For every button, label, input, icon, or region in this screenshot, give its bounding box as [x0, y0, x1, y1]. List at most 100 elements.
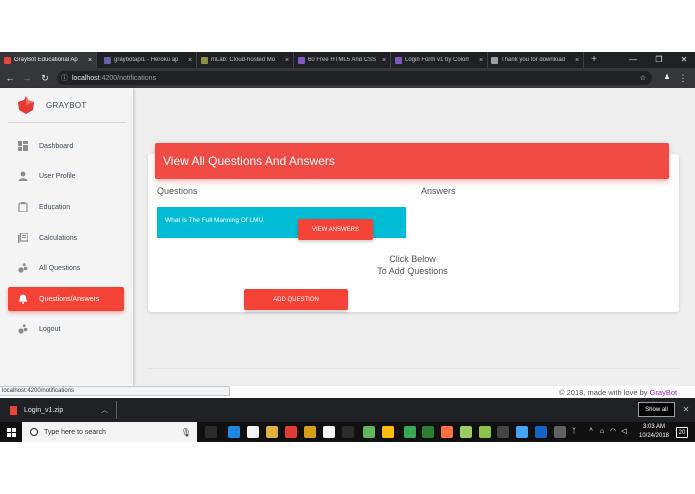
terminal-icon[interactable] — [497, 426, 509, 438]
app-icon[interactable] — [342, 426, 354, 438]
close-download-bar-icon[interactable]: ✕ — [680, 402, 692, 417]
reload-button[interactable]: ↻ — [38, 68, 52, 88]
sidebar-item[interactable]: All Questions — [8, 256, 124, 280]
add-question-hint: Click Below To Add Questions — [340, 253, 485, 277]
url-bar[interactable]: ⓘ localhost:4200/notifications ☆ — [57, 71, 652, 85]
task-view-icon[interactable] — [205, 426, 217, 438]
store-icon[interactable] — [247, 426, 259, 438]
url-path: :4200/notifications — [99, 74, 157, 82]
app-icon[interactable] — [441, 426, 453, 438]
windows-logo-icon — [6, 427, 16, 437]
back-button[interactable]: ← — [3, 68, 17, 88]
tab-favicon-icon — [298, 56, 305, 64]
questions-heading: Questions — [157, 186, 198, 196]
sidebar-item-label: User Profile — [39, 172, 76, 180]
sidebar-item[interactable]: User Profile — [8, 164, 124, 188]
app-icon[interactable] — [516, 426, 528, 438]
status-bubble: localhost:4200/notifications — [0, 386, 230, 396]
graybot-logo-icon — [18, 96, 34, 114]
menu-kebab-icon[interactable]: ⋮ — [676, 68, 690, 88]
tab-close-icon[interactable]: × — [573, 57, 581, 64]
sidebar-item[interactable]: Dashboard — [8, 134, 124, 158]
windows-start-button[interactable] — [0, 422, 22, 442]
library-books-icon — [18, 232, 29, 243]
extension-icon[interactable]: ♟ — [660, 68, 674, 88]
sidebar-item[interactable]: Education — [8, 195, 124, 219]
app-icon[interactable] — [363, 426, 375, 438]
volume-icon[interactable]: ◁ — [619, 422, 629, 442]
add-question-button[interactable]: ADD QUESTION — [244, 289, 348, 310]
taskbar-search-box[interactable]: Type here to search 🎙 — [22, 422, 197, 442]
browser-tab[interactable]: Login Form v1 by Colorl × — [391, 52, 488, 68]
notifications-icon — [18, 294, 28, 304]
hint-line-1: Click Below — [389, 254, 436, 264]
tab-label: GrayBot Educational Ap — [14, 57, 78, 63]
download-file-name: Login_v1.zip — [24, 406, 64, 414]
restore-button[interactable]: ❐ — [648, 52, 670, 68]
bookmark-star-icon[interactable]: ☆ — [640, 74, 646, 82]
app-icon[interactable] — [422, 426, 434, 438]
sidebar-item[interactable]: Logout — [8, 317, 124, 341]
answers-heading: Answers — [421, 186, 456, 196]
action-center-icon[interactable]: 20 — [676, 427, 688, 438]
browser-tab[interactable]: mLab: Cloud-hosted Mo × — [197, 52, 294, 68]
close-window-button[interactable]: ✕ — [673, 52, 695, 68]
bubble-chart-icon — [18, 324, 28, 334]
chrome-icon[interactable] — [382, 426, 394, 438]
sidebar-item-label: Education — [39, 203, 71, 211]
wifi-icon[interactable]: ◠ — [608, 422, 618, 442]
clock-time: 3:03 AM — [642, 424, 665, 430]
card-title: View All Questions And Answers — [163, 154, 335, 168]
chevron-up-icon[interactable]: ︿ — [101, 405, 108, 415]
sidebar-item[interactable]: Questions/Answers — [8, 287, 124, 311]
folder-icon[interactable] — [304, 426, 316, 438]
browser-tab[interactable]: Thank you for download × — [487, 52, 584, 68]
sidebar-item-label: Dashboard — [39, 142, 74, 150]
site-info-icon[interactable]: ⓘ — [61, 73, 68, 83]
taskbar-clock[interactable]: 3:03 AM 10/24/2018 — [632, 423, 676, 441]
footer-divider — [147, 368, 680, 369]
tab-close-icon[interactable]: × — [477, 57, 485, 64]
vscode-icon[interactable] — [535, 426, 547, 438]
download-item[interactable]: Login_v1.zip ︿ — [6, 401, 117, 419]
tab-favicon-icon — [395, 56, 402, 64]
tab-close-icon[interactable]: × — [283, 57, 291, 64]
sidebar-divider — [8, 122, 126, 123]
sidebar-item-label: Logout — [39, 325, 61, 333]
question-text: What Is The Full Manning Of LMU — [165, 217, 264, 224]
tab-close-icon[interactable]: × — [380, 57, 388, 64]
forward-button[interactable]: → — [20, 68, 34, 88]
app-icon[interactable] — [460, 426, 472, 438]
minimize-button[interactable]: — — [622, 52, 644, 68]
browser-tab[interactable]: GrayBot Educational Ap × — [0, 52, 97, 68]
app-icon[interactable] — [404, 426, 416, 438]
app-icon[interactable] — [554, 426, 566, 438]
browser-tab[interactable]: graybotapi1 - Heroku ap × — [100, 52, 197, 68]
file-explorer-icon[interactable] — [266, 426, 278, 438]
opera-icon[interactable] — [285, 426, 297, 438]
mail-icon[interactable] — [323, 426, 335, 438]
tab-close-icon[interactable]: × — [186, 57, 194, 64]
person-icon — [18, 171, 28, 181]
show-all-downloads-button[interactable]: Show all — [638, 402, 675, 417]
network-icon[interactable]: ⌂ — [597, 422, 607, 442]
new-tab-button[interactable]: + — [588, 52, 600, 68]
browser-tab[interactable]: 60 Free HTML5 And CSS × — [294, 52, 391, 68]
edge-browser-icon[interactable] — [228, 426, 240, 438]
tab-favicon-icon — [491, 56, 498, 64]
view-answers-button[interactable]: VIEW ANSWERS — [298, 219, 373, 240]
tab-favicon-icon — [201, 56, 208, 64]
cortana-icon — [30, 428, 38, 436]
app-icon[interactable] — [479, 426, 491, 438]
tab-label: graybotapi1 - Heroku ap — [114, 57, 179, 63]
footer-brand-link[interactable]: GrayBot — [650, 388, 678, 397]
tray-chevron-up-icon[interactable]: ^ — [586, 422, 596, 442]
sidebar-item[interactable]: Calculations — [8, 226, 124, 250]
sidebar-brand[interactable]: GRAYBOT — [46, 101, 87, 110]
tab-close-icon[interactable]: × — [86, 57, 94, 64]
clock-date: 10/24/2018 — [638, 433, 670, 439]
tab-label: Login Form v1 by Colorl — [405, 57, 469, 63]
tab-favicon-icon — [104, 56, 111, 64]
people-icon[interactable]: ᛉ — [568, 422, 580, 442]
microphone-icon[interactable]: 🎙 — [181, 428, 191, 437]
